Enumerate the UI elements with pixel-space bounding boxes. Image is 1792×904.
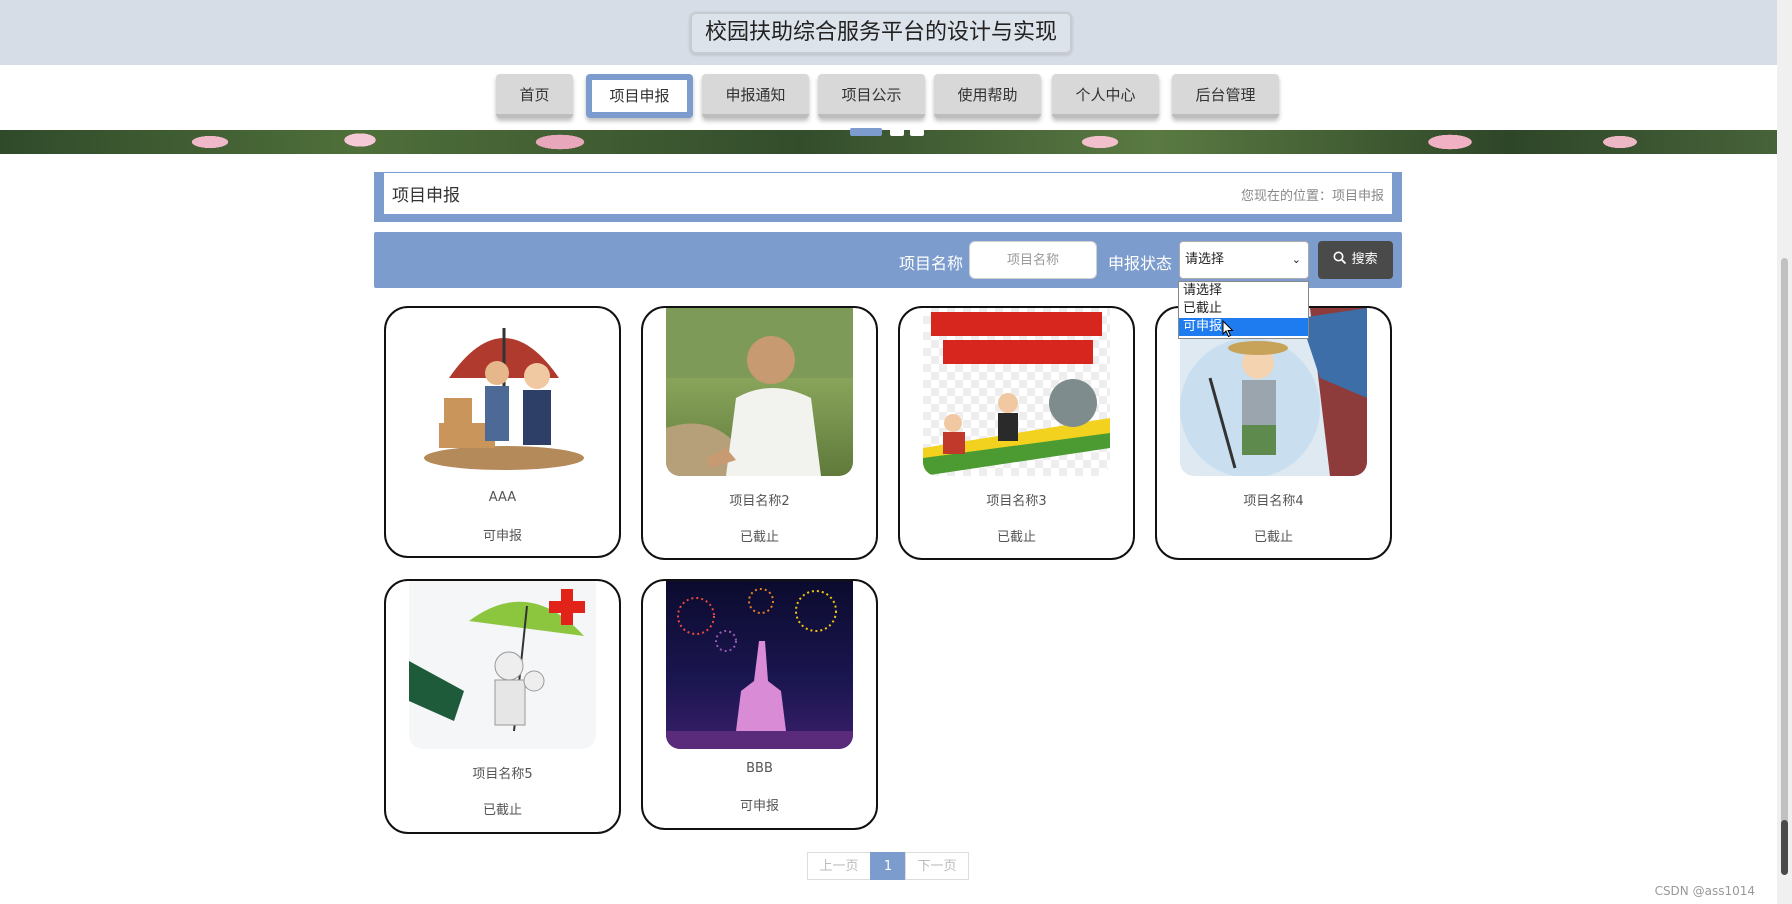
top-header: 校园扶助综合服务平台的设计与实现: [0, 0, 1777, 65]
breadcrumb-location: 您现在的位置：项目申报: [1240, 189, 1384, 204]
card-name: AAA: [488, 490, 517, 505]
card-name: BBB: [746, 761, 773, 776]
status-dropdown-list: 请选择 已截止 可申报: [1178, 281, 1309, 339]
chevron-down-icon: ⌄: [1291, 253, 1301, 266]
card-image: [666, 581, 853, 749]
nav-project-apply[interactable]: 项目申报: [586, 74, 693, 118]
scrollbar-thumb[interactable]: [1781, 258, 1788, 828]
next-page-button[interactable]: 下一页: [905, 852, 969, 880]
search-icon: [1333, 251, 1351, 267]
status-select-value: 请选择: [1185, 252, 1225, 267]
project-card[interactable]: 项目名称5 已截止: [384, 579, 621, 834]
search-bar: 项目名称 项目名称 申报状态 请选择 ⌄ 搜索: [374, 232, 1402, 288]
card-image: [409, 581, 596, 749]
page: 校园扶助综合服务平台的设计与实现 首页 项目申报 申报通知 项目公示 使用帮助 …: [0, 0, 1777, 904]
card-image: [923, 308, 1110, 476]
nav-admin[interactable]: 后台管理: [1172, 74, 1279, 118]
card-status: 可申报: [482, 529, 522, 544]
card-image: [409, 308, 596, 476]
card-status: 已截止: [1253, 530, 1293, 545]
card-image: [666, 308, 853, 476]
nav-project-public[interactable]: 项目公示: [818, 74, 925, 118]
project-card[interactable]: BBB 可申报: [641, 579, 878, 830]
nav-help[interactable]: 使用帮助: [934, 74, 1041, 118]
project-card[interactable]: 项目名称2 已截止: [641, 306, 878, 560]
carousel-indicator-1[interactable]: [850, 128, 882, 136]
dropdown-option[interactable]: 已截止: [1179, 300, 1308, 318]
dropdown-option[interactable]: 请选择: [1179, 282, 1308, 300]
page-number-button[interactable]: 1: [870, 852, 906, 880]
card-status: 已截止: [739, 530, 779, 545]
prev-page-button[interactable]: 上一页: [807, 852, 871, 880]
project-name-input[interactable]: 项目名称: [969, 241, 1097, 279]
carousel-indicator-3[interactable]: [910, 128, 924, 136]
search-button[interactable]: 搜索: [1318, 241, 1393, 279]
card-status: 可申报: [739, 799, 779, 814]
nav-personal-center[interactable]: 个人中心: [1052, 74, 1159, 118]
nav-apply-notice[interactable]: 申报通知: [702, 74, 809, 118]
scrollbar-thumb-active[interactable]: [1781, 820, 1788, 875]
card-name: 项目名称4: [1243, 494, 1304, 509]
card-status: 已截止: [482, 803, 522, 818]
project-card[interactable]: AAA 可申报: [384, 306, 621, 558]
page-title: 项目申报: [392, 186, 460, 206]
breadcrumb-bar: 项目申报 您现在的位置：项目申报: [374, 172, 1402, 222]
status-label: 申报状态: [1108, 254, 1173, 273]
nav-home[interactable]: 首页: [496, 74, 573, 118]
search-button-label: 搜索: [1351, 252, 1378, 267]
card-status: 已截止: [996, 530, 1036, 545]
carousel-indicator-2[interactable]: [890, 128, 904, 136]
project-card[interactable]: 项目名称4 已截止: [1155, 306, 1392, 560]
banner-image: [0, 130, 1777, 154]
status-select[interactable]: 请选择 ⌄: [1179, 241, 1309, 279]
card-name: 项目名称5: [472, 767, 533, 782]
name-label: 项目名称: [899, 254, 964, 273]
project-card[interactable]: 项目名称3 已截止: [898, 306, 1135, 560]
watermark: CSDN @ass1014: [1654, 884, 1755, 898]
card-name: 项目名称2: [729, 494, 790, 509]
mouse-cursor-icon: [1222, 319, 1234, 342]
dropdown-option-highlighted[interactable]: 可申报: [1179, 318, 1308, 336]
card-name: 项目名称3: [986, 494, 1047, 509]
scrollbar[interactable]: [1777, 0, 1792, 904]
site-title: 校园扶助综合服务平台的设计与实现: [690, 12, 1072, 54]
